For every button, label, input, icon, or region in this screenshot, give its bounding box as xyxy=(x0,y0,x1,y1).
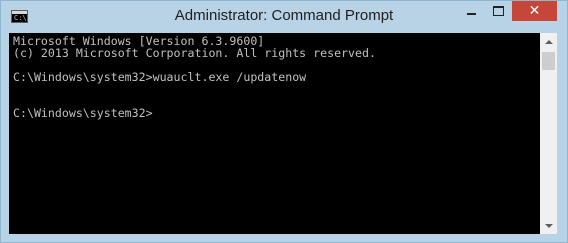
console-line: C:\Windows\system32> xyxy=(13,106,153,120)
title-bar[interactable]: C:\ Administrator: Command Prompt ✕ xyxy=(1,1,567,33)
console-line: C:\Windows\system32>wuauclt.exe /updaten… xyxy=(13,70,307,84)
close-icon: ✕ xyxy=(528,3,541,19)
maximize-icon xyxy=(493,6,504,16)
vertical-scrollbar[interactable] xyxy=(540,33,557,234)
console-line: (c) 2013 Microsoft Corporation. All righ… xyxy=(13,46,376,60)
scroll-up-button[interactable] xyxy=(540,33,557,50)
scroll-down-button[interactable] xyxy=(540,217,557,234)
console-output[interactable]: Microsoft Windows [Version 6.3.9600] (c)… xyxy=(9,33,540,234)
close-button[interactable]: ✕ xyxy=(512,1,557,21)
maximize-button[interactable] xyxy=(485,1,512,21)
command-prompt-window: C:\ Administrator: Command Prompt ✕ Micr… xyxy=(0,0,568,243)
scroll-down-icon xyxy=(544,223,553,228)
minimize-icon xyxy=(467,13,476,15)
scrollbar-thumb[interactable] xyxy=(542,52,555,70)
minimize-button[interactable] xyxy=(458,1,485,21)
scroll-up-icon xyxy=(544,39,553,44)
